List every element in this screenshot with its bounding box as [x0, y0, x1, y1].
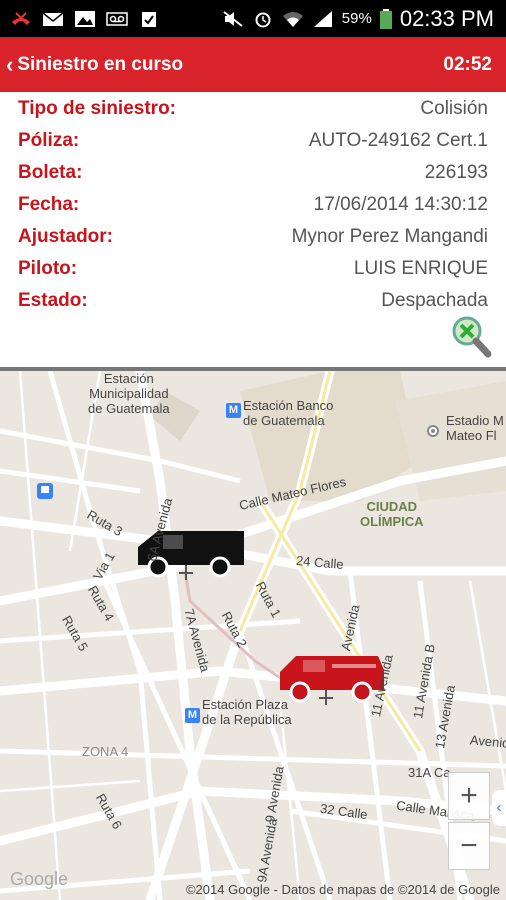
- chevron-left-icon: ‹: [496, 799, 502, 816]
- battery-icon: [379, 8, 392, 29]
- incident-van-icon: [280, 656, 384, 705]
- picture-icon: [75, 10, 95, 27]
- clipboard-check-icon: [142, 11, 156, 27]
- detail-row-estado: Estado: Despachada: [18, 286, 488, 316]
- detail-row-poliza: Póliza: AUTO-249162 Cert.1: [18, 126, 488, 156]
- google-logo: Google: [10, 869, 69, 889]
- detail-value: 17/06/2014 14:30:12: [313, 194, 488, 215]
- detail-label: Tipo de siniestro:: [18, 98, 177, 119]
- detail-label: Póliza:: [18, 130, 80, 151]
- detail-value: AUTO-249162 Cert.1: [308, 130, 488, 151]
- detail-row-piloto: Piloto: LUIS ENRIQUE: [18, 254, 488, 284]
- map-label: Estación Municipalidad de Guatemala: [88, 371, 170, 416]
- email-icon: [42, 11, 64, 26]
- detail-label: Piloto:: [18, 258, 78, 279]
- metro-station-icon: M: [226, 403, 241, 418]
- map-label: CIUDAD OLÍMPICA: [360, 499, 424, 529]
- zoom-out-button[interactable]: −: [448, 822, 490, 870]
- missed-call-icon: [12, 11, 30, 25]
- claim-details: Tipo de siniestro: Colisión Póliza: AUTO…: [0, 92, 506, 367]
- voicemail-icon: [106, 11, 128, 26]
- detail-label: Ajustador:: [18, 226, 113, 247]
- detail-value: Colisión: [420, 98, 488, 119]
- detail-row-fecha: Fecha: 17/06/2014 14:30:12: [18, 190, 488, 220]
- elapsed-timer: 02:52: [443, 53, 492, 75]
- side-drawer-handle[interactable]: ‹: [492, 790, 506, 826]
- clock: 02:33 PM: [399, 5, 494, 31]
- zoom-in-button[interactable]: +: [448, 772, 490, 820]
- detail-value: LUIS ENRIQUE: [353, 258, 488, 279]
- map-view[interactable]: M M Estación Municipalidad de Guatemala …: [0, 371, 506, 900]
- detail-value: 226193: [424, 162, 488, 183]
- detail-row-tipo: Tipo de siniestro: Colisión: [18, 94, 488, 124]
- alarm-icon: [255, 12, 271, 27]
- battery-percent: 59%: [341, 10, 372, 27]
- zoom-map-button[interactable]: [450, 314, 492, 360]
- map-label: Estadio M Mateo Fl: [446, 413, 504, 443]
- map-label: Estación Plaza de la República: [202, 697, 292, 727]
- detail-row-boleta: Boleta: 226193: [18, 158, 488, 188]
- chevron-left-icon: ‹: [6, 51, 14, 77]
- detail-label: Estado:: [18, 290, 88, 311]
- back-button[interactable]: ‹ Siniestro en curso: [0, 37, 183, 92]
- detail-value: Mynor Perez Mangandi: [291, 226, 488, 247]
- map-label: ZONA 4: [82, 744, 129, 759]
- mute-icon: [223, 10, 243, 27]
- signal-icon: [313, 10, 332, 27]
- detail-row-ajustador: Ajustador: Mynor Perez Mangandi: [18, 222, 488, 252]
- detail-label: Boleta:: [18, 162, 83, 183]
- action-bar: ‹ Siniestro en curso 02:52: [0, 37, 506, 92]
- detail-value: Despachada: [381, 290, 488, 311]
- map-attribution: ©2014 Google - Datos de mapas de ©2014 d…: [185, 882, 500, 897]
- metro-station-icon: M: [185, 708, 200, 723]
- page-title: Siniestro en curso: [17, 53, 184, 75]
- map-label: Estación Banco de Guatemala: [243, 398, 334, 428]
- detail-label: Fecha:: [18, 194, 80, 215]
- status-bar: 59% 02:33 PM: [0, 0, 506, 37]
- map-label: 31A Ca: [408, 765, 451, 780]
- wifi-icon: [282, 11, 303, 27]
